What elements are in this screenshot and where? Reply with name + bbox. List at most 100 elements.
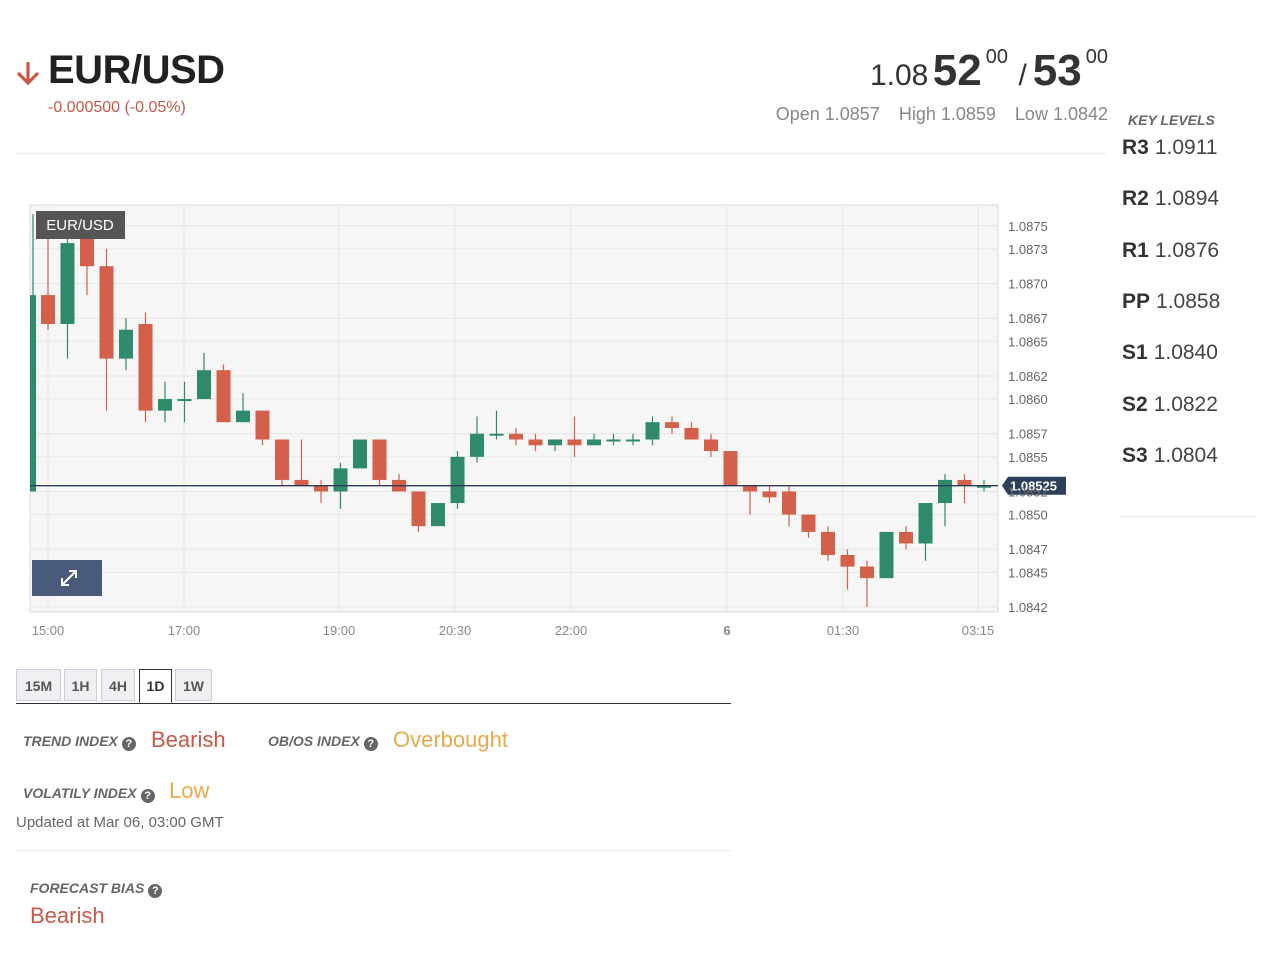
arrow-down-icon [16,62,40,86]
candle-body [489,433,504,436]
volatility-index-text: VOLATILY INDEX [23,785,137,801]
tab-1w[interactable]: 1W [175,669,212,701]
x-tick-label: 19:00 [323,623,356,638]
candle-body [606,439,621,442]
candle-body [801,514,816,532]
volatility-index-label: VOLATILY INDEX? [23,785,155,803]
expand-button-bg[interactable] [32,560,102,596]
tab-1h[interactable]: 1H [64,669,97,701]
level-value: 1.0822 [1153,393,1218,416]
level-name: S1 [1122,341,1148,364]
candle [138,312,153,423]
y-tick-label: 1.0875 [1008,219,1048,234]
y-axis: 1.0875 1.0873 1.0870 1.0867 1.0865 1.0862 1.08… [1008,219,1048,615]
forecast-bias-value: Bearish [30,903,105,928]
bid-pips: 52 [932,46,982,95]
tab-15m[interactable]: 15M [16,669,61,701]
candle-body [431,503,445,527]
tab-4h[interactable]: 4H [101,669,135,701]
ask-fraction: 00 [1085,46,1108,68]
candle-body [782,491,796,515]
high-value: High 1.0859 [898,104,996,124]
y-tick-label: 1.0873 [1008,242,1048,257]
key-levels-title: KEY LEVELS [1128,112,1215,128]
candle-body [665,422,679,428]
bid-ask-separator: / [1018,59,1027,92]
level-name: R2 [1122,187,1149,210]
updated-timestamp: Updated at Mar 06, 03:00 GMT [16,814,224,831]
level-value: 1.0894 [1154,187,1220,210]
level-value: 1.0911 [1154,136,1218,159]
candle-body [411,491,426,527]
x-tick-label: 20:30 [439,623,472,638]
x-tick-label: 22:00 [555,623,588,638]
x-tick-label: 01:30 [827,623,860,638]
y-tick-label: 1.0867 [1008,311,1048,326]
x-axis: 15:00 17:00 19:00 20:30 22:00 6 01:30 03:15 [32,623,995,638]
help-icon[interactable]: ? [148,884,163,898]
key-level-r3: R3 1.0911 [1122,136,1218,160]
candle-body [509,433,523,440]
key-level-pp: PP 1.0858 [1122,290,1220,314]
level-name: S2 [1122,393,1148,416]
x-tick-label: 15:00 [32,623,65,638]
candle-body [177,399,192,402]
level-name: R1 [1122,239,1149,262]
open-high-low: Open 1.0857 High 1.0859 Low 1.0842 [740,104,1108,125]
expand-button[interactable] [32,560,102,596]
candle-body [30,295,36,492]
level-value: 1.0840 [1153,341,1218,364]
candle-body [879,531,894,579]
trend-index-label: TREND INDEX? [23,733,136,751]
level-name: R3 [1122,136,1149,159]
x-tick-label: 03:15 [962,623,995,638]
key-level-s1: S1 1.0840 [1122,341,1218,365]
candle-body [236,410,250,423]
candle-body [60,243,75,324]
pair-title: EUR/USD [48,48,225,92]
candle-body [333,468,348,492]
y-tick-label: 1.0842 [1008,600,1048,615]
help-icon[interactable]: ? [363,737,378,751]
candle-body [372,439,387,480]
candle-body [80,237,94,267]
forecast-bias-text: FORECAST BIAS [30,880,145,896]
candle-body [567,439,582,446]
y-tick-label: 1.0847 [1008,542,1048,557]
obos-index-label: OB/OS INDEX? [268,733,378,751]
candle-body [684,427,699,440]
candle-body [626,439,640,442]
candle-body [899,531,913,544]
price-change: -0.000500 (-0.05%) [48,99,186,116]
divider [1120,516,1256,517]
divider [16,153,1106,154]
candle-body [99,266,114,359]
timeframe-tabs: 15M 1H 4H 1D 1W [16,669,731,704]
y-tick-label: 1.0865 [1008,334,1048,349]
candle [372,439,387,486]
x-tick-label: 17:00 [168,623,201,638]
level-value: 1.0876 [1154,239,1220,262]
candle-body [216,370,231,423]
candle [275,439,289,486]
bid-prefix: 1.08 [869,59,929,92]
candle [879,531,894,579]
help-icon[interactable]: ? [121,737,136,751]
key-level-r1: R1 1.0876 [1122,239,1219,263]
candle-body [645,422,660,440]
level-value: 1.0858 [1156,290,1221,313]
help-icon[interactable]: ? [140,789,155,803]
candle-body [353,439,367,469]
volatility-index-value: Low [169,778,210,803]
y-tick-label: 1.0852 [1008,484,1048,499]
candle [723,451,738,486]
candlestick-chart[interactable]: 1.08525 1.08751.08731.08701.08671.08651.… [16,196,1076,646]
tab-1d[interactable]: 1D [139,669,172,703]
open-value: Open 1.0857 [775,104,880,124]
candle [411,491,426,532]
candle-body [548,439,562,446]
y-tick-label: 1.0862 [1008,369,1048,384]
y-tick-label: 1.0845 [1008,565,1048,580]
candle-body [450,456,465,504]
candle-body [840,555,855,567]
